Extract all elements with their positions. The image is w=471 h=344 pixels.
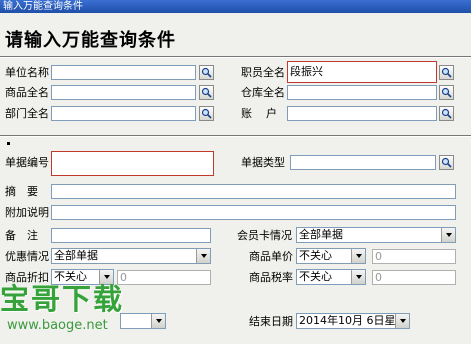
tax-rate-number[interactable]: 0 xyxy=(372,270,456,285)
member-card-select[interactable]: 全部单据 xyxy=(296,227,456,243)
chevron-down-icon[interactable] xyxy=(395,314,409,328)
doc-type-lookup-button[interactable] xyxy=(439,155,454,170)
discount-value: 全部单据 xyxy=(54,249,98,262)
magnifier-icon xyxy=(201,87,212,98)
summary-input[interactable] xyxy=(51,184,456,199)
unit-price-label: 商品单价 xyxy=(249,250,293,263)
product-discount-number[interactable]: 0 xyxy=(117,270,211,285)
unit-name-label: 单位名称 xyxy=(5,66,49,79)
member-card-label: 会员卡情况 xyxy=(237,229,292,242)
magnifier-icon xyxy=(441,67,452,78)
chevron-down-icon[interactable] xyxy=(196,249,210,263)
section-divider xyxy=(0,135,471,137)
staff-name-label: 职员全名 xyxy=(241,66,285,79)
magnifier-icon xyxy=(441,157,452,168)
page-title: 请输入万能查询条件 xyxy=(5,30,176,51)
staff-name-input[interactable]: 段振兴 xyxy=(287,61,437,83)
doc-type-label: 单据类型 xyxy=(241,156,285,169)
account-label: 账户 xyxy=(241,107,291,120)
title-divider xyxy=(0,56,471,58)
member-card-value: 全部单据 xyxy=(299,228,343,241)
dept-name-label: 部门全名 xyxy=(5,107,49,120)
tax-rate-label: 商品税率 xyxy=(249,271,293,284)
doc-type-input[interactable] xyxy=(290,155,436,170)
warehouse-name-lookup-button[interactable] xyxy=(439,85,454,100)
tax-rate-select[interactable]: 不关心 xyxy=(296,269,366,285)
watermark-logo: 宝哥下载 xyxy=(0,282,125,316)
doc-number-label: 单据编号 xyxy=(5,156,49,169)
section-marker xyxy=(7,142,10,145)
dept-name-lookup-button[interactable] xyxy=(199,106,214,121)
account-lookup-button[interactable] xyxy=(439,106,454,121)
magnifier-icon xyxy=(441,87,452,98)
unit-price-number[interactable]: 0 xyxy=(372,249,456,264)
unit-price-value: 不关心 xyxy=(299,249,332,262)
unit-price-select[interactable]: 不关心 xyxy=(296,248,366,264)
magnifier-icon xyxy=(201,108,212,119)
chevron-down-icon[interactable] xyxy=(351,249,365,263)
window-title: 输入万能查询条件 xyxy=(0,0,471,13)
chevron-down-icon[interactable] xyxy=(441,228,455,242)
magnifier-icon xyxy=(201,67,212,78)
chevron-down-icon[interactable] xyxy=(151,314,165,328)
chevron-down-icon[interactable] xyxy=(351,270,365,284)
warehouse-name-input[interactable] xyxy=(287,85,437,100)
staff-name-lookup-button[interactable] xyxy=(439,65,454,80)
summary-label: 摘要 xyxy=(5,185,49,198)
discount-select[interactable]: 全部单据 xyxy=(51,248,211,264)
discount-label: 优惠情况 xyxy=(5,250,49,263)
remark-label: 备注 xyxy=(5,229,49,242)
product-name-label: 商品全名 xyxy=(5,86,49,99)
end-date-label: 结束日期 xyxy=(249,315,293,328)
account-input[interactable] xyxy=(287,106,437,121)
tax-rate-value: 不关心 xyxy=(299,270,332,283)
doc-number-input[interactable] xyxy=(51,151,214,176)
unit-name-input[interactable] xyxy=(51,65,196,80)
start-date-select[interactable] xyxy=(120,313,166,329)
remark-input[interactable] xyxy=(51,228,211,243)
end-date-value: 2014年10月 6日星期 xyxy=(299,314,407,327)
unit-name-lookup-button[interactable] xyxy=(199,65,214,80)
watermark-url: www.baoge.net xyxy=(7,318,108,333)
warehouse-name-label: 仓库全名 xyxy=(241,86,285,99)
product-name-input[interactable] xyxy=(51,85,196,100)
product-name-lookup-button[interactable] xyxy=(199,85,214,100)
magnifier-icon xyxy=(441,108,452,119)
extra-note-label: 附加说明 xyxy=(5,206,49,219)
end-date-select[interactable]: 2014年10月 6日星期 xyxy=(296,313,410,329)
extra-note-input[interactable] xyxy=(51,205,456,220)
dept-name-input[interactable] xyxy=(51,106,196,121)
